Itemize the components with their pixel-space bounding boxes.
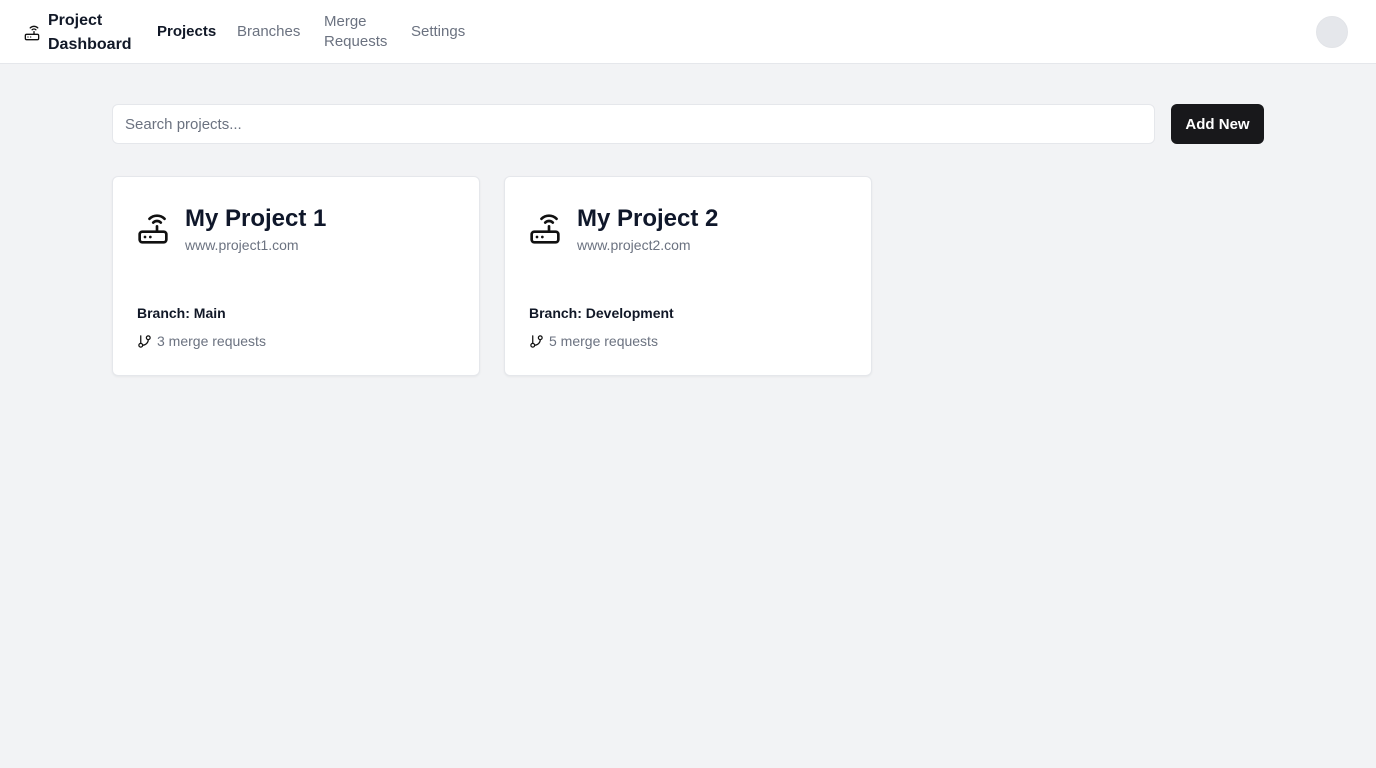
top-nav-bar: Project Dashboard Projects Branches Merg… [0,0,1376,64]
project-branch: Branch: Main [137,305,226,321]
project-url: www.project2.com [577,237,691,253]
project-url: www.project1.com [185,237,299,253]
router-icon [137,213,169,245]
user-avatar[interactable] [1316,16,1348,48]
git-merge-icon [138,334,151,348]
nav-branches[interactable]: Branches [237,22,300,42]
merge-request-count[interactable]: 5 merge requests [529,332,658,350]
merge-request-count[interactable]: 3 merge requests [137,332,266,350]
merge-request-label: 3 merge requests [157,333,266,349]
project-title: My Project 2 [577,205,719,232]
router-icon [24,25,40,41]
nav-merge-requests[interactable]: Merge Requests [324,12,394,52]
git-merge-icon [530,334,543,348]
merge-request-label: 5 merge requests [549,333,658,349]
brand[interactable]: Project Dashboard [24,9,138,57]
nav-projects[interactable]: Projects [157,22,216,42]
brand-title: Project Dashboard [48,12,132,53]
nav-settings[interactable]: Settings [411,22,465,42]
router-icon [529,213,561,245]
project-title: My Project 1 [185,205,327,232]
project-card[interactable]: My Project 1 www.project1.com Branch: Ma… [112,176,480,376]
add-new-button[interactable]: Add New [1171,104,1264,144]
project-branch: Branch: Development [529,305,674,321]
search-input[interactable] [112,104,1155,144]
project-card[interactable]: My Project 2 www.project2.com Branch: De… [504,176,872,376]
